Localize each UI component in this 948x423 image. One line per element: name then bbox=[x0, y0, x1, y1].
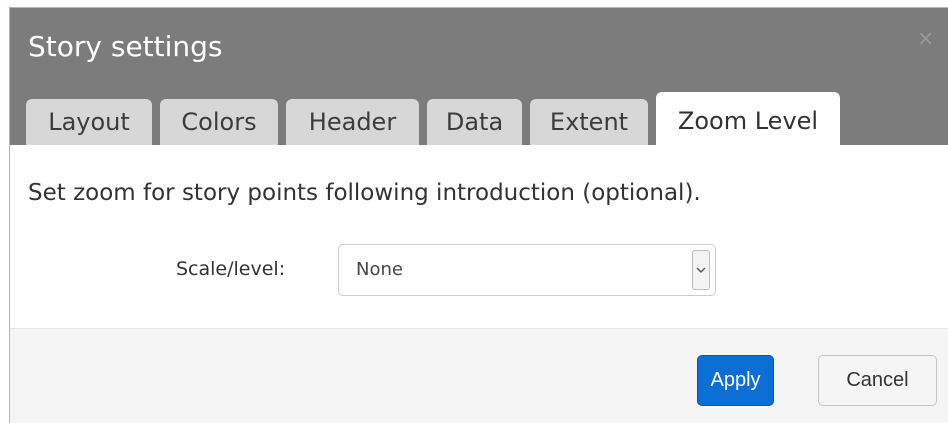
tab-zoom-level[interactable]: Zoom Level bbox=[656, 92, 840, 145]
zoom-description: Set zoom for story points following intr… bbox=[28, 180, 701, 206]
tab-header[interactable]: Header bbox=[286, 99, 419, 145]
dropdown-button[interactable] bbox=[692, 250, 710, 290]
cancel-button[interactable]: Cancel bbox=[818, 355, 937, 406]
dialog-footer bbox=[10, 329, 948, 423]
tab-layout[interactable]: Layout bbox=[26, 99, 152, 145]
apply-button[interactable]: Apply bbox=[697, 355, 774, 406]
tab-colors[interactable]: Colors bbox=[160, 99, 278, 145]
tab-data[interactable]: Data bbox=[427, 99, 522, 145]
scale-level-label: Scale/level: bbox=[176, 258, 286, 280]
dialog-header: Story settings × Layout Colors Header Da… bbox=[10, 8, 948, 145]
close-icon[interactable]: × bbox=[917, 28, 934, 48]
tab-extent[interactable]: Extent bbox=[530, 99, 648, 145]
scale-level-select[interactable]: None bbox=[338, 244, 716, 296]
chevron-down-icon bbox=[696, 267, 706, 273]
story-settings-dialog: Story settings × Layout Colors Header Da… bbox=[9, 7, 948, 423]
scale-level-value: None bbox=[356, 259, 403, 280]
dialog-title: Story settings bbox=[28, 30, 223, 63]
